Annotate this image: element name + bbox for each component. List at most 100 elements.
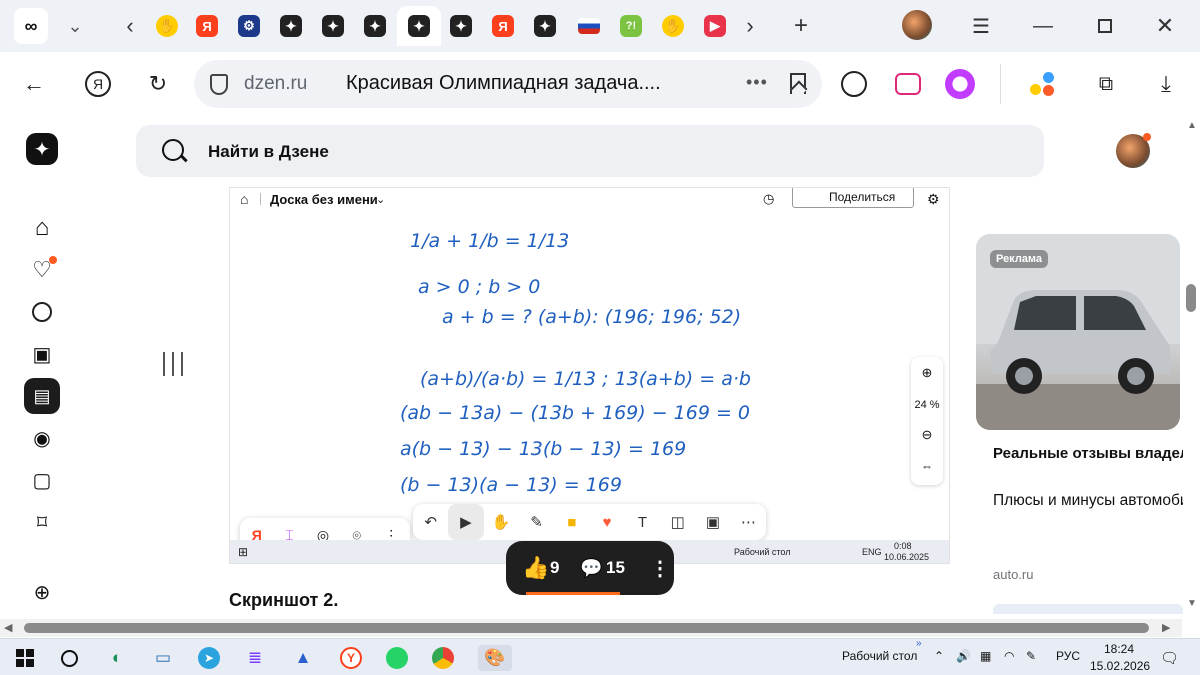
chrome-icon[interactable] xyxy=(430,645,456,671)
scroll-up-icon[interactable]: ▲ xyxy=(1187,120,1197,131)
articles-icon[interactable]: ▤ xyxy=(24,378,60,414)
text-tool-icon: T xyxy=(637,513,648,531)
comments-count[interactable]: 15 xyxy=(606,558,625,578)
ai-chat-button[interactable] xyxy=(890,66,926,102)
desktop-label[interactable]: Рабочий стол xyxy=(842,649,917,663)
more-icon: ⋯ xyxy=(740,514,756,531)
tray-up-icon[interactable]: ⌃ xyxy=(934,649,944,663)
new-tab-button[interactable]: + xyxy=(784,8,818,44)
tab-favicon[interactable]: ?! xyxy=(614,8,648,44)
ad-card[interactable]: Реклама Реальные отзывы владельцев Nissa… xyxy=(976,234,1186,614)
thumbs-up-icon[interactable]: 👍 xyxy=(522,555,549,581)
clock-date[interactable]: 15.02.2026 xyxy=(1090,659,1150,673)
tab-favicon[interactable] xyxy=(572,8,606,44)
url-domain[interactable]: dzen.ru xyxy=(244,73,307,95)
bookmark-icon[interactable]: ⌑ xyxy=(24,504,60,540)
search-input[interactable]: Найти в Дзене xyxy=(136,125,1044,177)
alice-search-button[interactable] xyxy=(836,66,872,102)
ad-image[interactable]: Реклама xyxy=(976,234,1180,430)
tab-favicon[interactable]: ▶ xyxy=(698,8,732,44)
scroll-right-icon[interactable]: ▶ xyxy=(1162,621,1170,634)
vpn-app-icon[interactable]: ▲ xyxy=(290,645,316,671)
tabs-scroll-left-icon[interactable]: ‹ xyxy=(115,8,145,44)
alice-button[interactable] xyxy=(942,66,978,102)
math-line: (ab − 13a) − (13b + 169) − 169 = 0 xyxy=(400,402,751,424)
scroll-down-icon[interactable]: ▼ xyxy=(1187,598,1197,609)
services-button[interactable] xyxy=(1024,66,1060,102)
games-icon[interactable]: ⊕ xyxy=(24,574,60,610)
tab-favicon[interactable]: ✋ xyxy=(150,8,184,44)
tab-favicon[interactable]: Я xyxy=(190,8,224,44)
scroll-thumb[interactable] xyxy=(1186,284,1196,312)
address-bar[interactable]: dzen.ru Красивая Олимпиадная задача.... … xyxy=(194,60,822,108)
tab-favicon[interactable]: ✋ xyxy=(656,8,690,44)
menu-icon[interactable]: ☰ xyxy=(964,8,998,44)
page-title[interactable]: Красивая Олимпиадная задача.... xyxy=(346,72,661,95)
likes-count[interactable]: 9 xyxy=(550,558,559,578)
windows-start-button[interactable] xyxy=(12,645,38,671)
more-icon[interactable]: ••• xyxy=(746,72,768,93)
tabs-dropdown-button[interactable]: ⌄ xyxy=(58,8,92,44)
home-icon[interactable]: ⌂ xyxy=(24,210,60,246)
shield-icon[interactable] xyxy=(210,74,228,95)
whatsapp-icon[interactable] xyxy=(384,645,410,671)
ad-description[interactable]: Плюсы и минусы автомобиля Nissan! Читайт… xyxy=(993,490,1183,512)
stack-app-icon[interactable]: ≣ xyxy=(242,645,268,671)
yandex-browser-icon[interactable]: Y xyxy=(338,645,364,671)
telegram-icon[interactable]: ➤ xyxy=(196,645,222,671)
drag-handle-icon[interactable] xyxy=(163,352,183,376)
question-badge-icon: ?! xyxy=(620,15,642,37)
yandex-account-button[interactable]: Я xyxy=(80,66,116,102)
taskbar-search-button[interactable] xyxy=(56,645,82,671)
edge-icon[interactable]: ◐ xyxy=(104,645,130,671)
scroll-left-icon[interactable]: ◀ xyxy=(4,621,12,634)
minimize-button[interactable]: — xyxy=(1026,8,1060,44)
tab-favicon[interactable] xyxy=(444,8,478,44)
zoom-level: 24 % xyxy=(914,399,940,411)
infinity-icon[interactable]: ∞ xyxy=(14,8,48,44)
active-app-icon[interactable]: 🎨 xyxy=(478,645,512,671)
math-line: a + b = ? (a+b): (196; 196; 52) xyxy=(442,306,742,328)
network-icon[interactable]: ▦ xyxy=(980,649,991,663)
volume-icon[interactable]: 🔊 xyxy=(956,649,971,663)
clock-time[interactable]: 18:24 xyxy=(1104,642,1134,656)
video-icon[interactable]: ◉ xyxy=(24,420,60,456)
vertical-scrollbar[interactable]: ▲ ▼ xyxy=(1182,120,1200,616)
downloads-icon[interactable]: ⤓ xyxy=(1148,66,1184,102)
horizontal-scrollbar[interactable]: ◀ ▶ xyxy=(0,619,1182,637)
more-icon[interactable]: ⋮ xyxy=(650,556,670,581)
comments-icon[interactable]: 💬 xyxy=(580,558,602,579)
collections-icon[interactable]: ⧉ xyxy=(1088,66,1124,102)
tv-icon[interactable]: ▢ xyxy=(24,462,60,498)
notifications-icon[interactable]: 🗨 xyxy=(1160,649,1179,667)
russia-flag-icon xyxy=(578,18,600,34)
tab-active[interactable] xyxy=(397,6,441,46)
tab-strip: ∞ ⌄ ‹ ✋ Я ⚙ Я ?! ✋ ▶ › + ☰ — ✕ xyxy=(0,0,1200,52)
monitor-icon[interactable]: ▭ xyxy=(150,645,176,671)
tab-favicon[interactable] xyxy=(316,8,350,44)
tab-favicon[interactable] xyxy=(274,8,308,44)
tabs-scroll-right-icon[interactable]: › xyxy=(735,8,765,44)
windows-start-icon: ⊞ xyxy=(238,545,249,559)
restore-button[interactable] xyxy=(1088,8,1122,44)
tab-favicon[interactable]: Я xyxy=(486,8,520,44)
bookmark-icon[interactable] xyxy=(790,73,806,94)
shorts-icon[interactable]: ▣ xyxy=(24,336,60,372)
search-icon[interactable] xyxy=(24,294,60,330)
close-button[interactable]: ✕ xyxy=(1148,8,1182,44)
scroll-thumb[interactable] xyxy=(24,623,1149,633)
wifi-icon[interactable]: ◠ xyxy=(1004,649,1014,663)
chevron-icon[interactable]: » xyxy=(916,638,922,649)
reload-button[interactable]: ↻ xyxy=(140,66,176,102)
tab-favicon[interactable] xyxy=(528,8,562,44)
tab-favicon[interactable] xyxy=(358,8,392,44)
ad-domain[interactable]: auto.ru xyxy=(993,567,1033,582)
pen-icon[interactable]: ✎ xyxy=(1026,649,1036,663)
dzen-logo[interactable]: ✦ xyxy=(26,133,58,165)
language-indicator: ENG xyxy=(862,547,882,557)
ad-title[interactable]: Реальные отзывы владельцев Nissan X-Trai… xyxy=(993,444,1183,464)
tab-favicon[interactable]: ⚙ xyxy=(232,8,266,44)
avatar[interactable] xyxy=(902,10,932,40)
language-indicator[interactable]: РУС xyxy=(1056,649,1080,663)
back-button[interactable]: ← xyxy=(16,66,52,102)
